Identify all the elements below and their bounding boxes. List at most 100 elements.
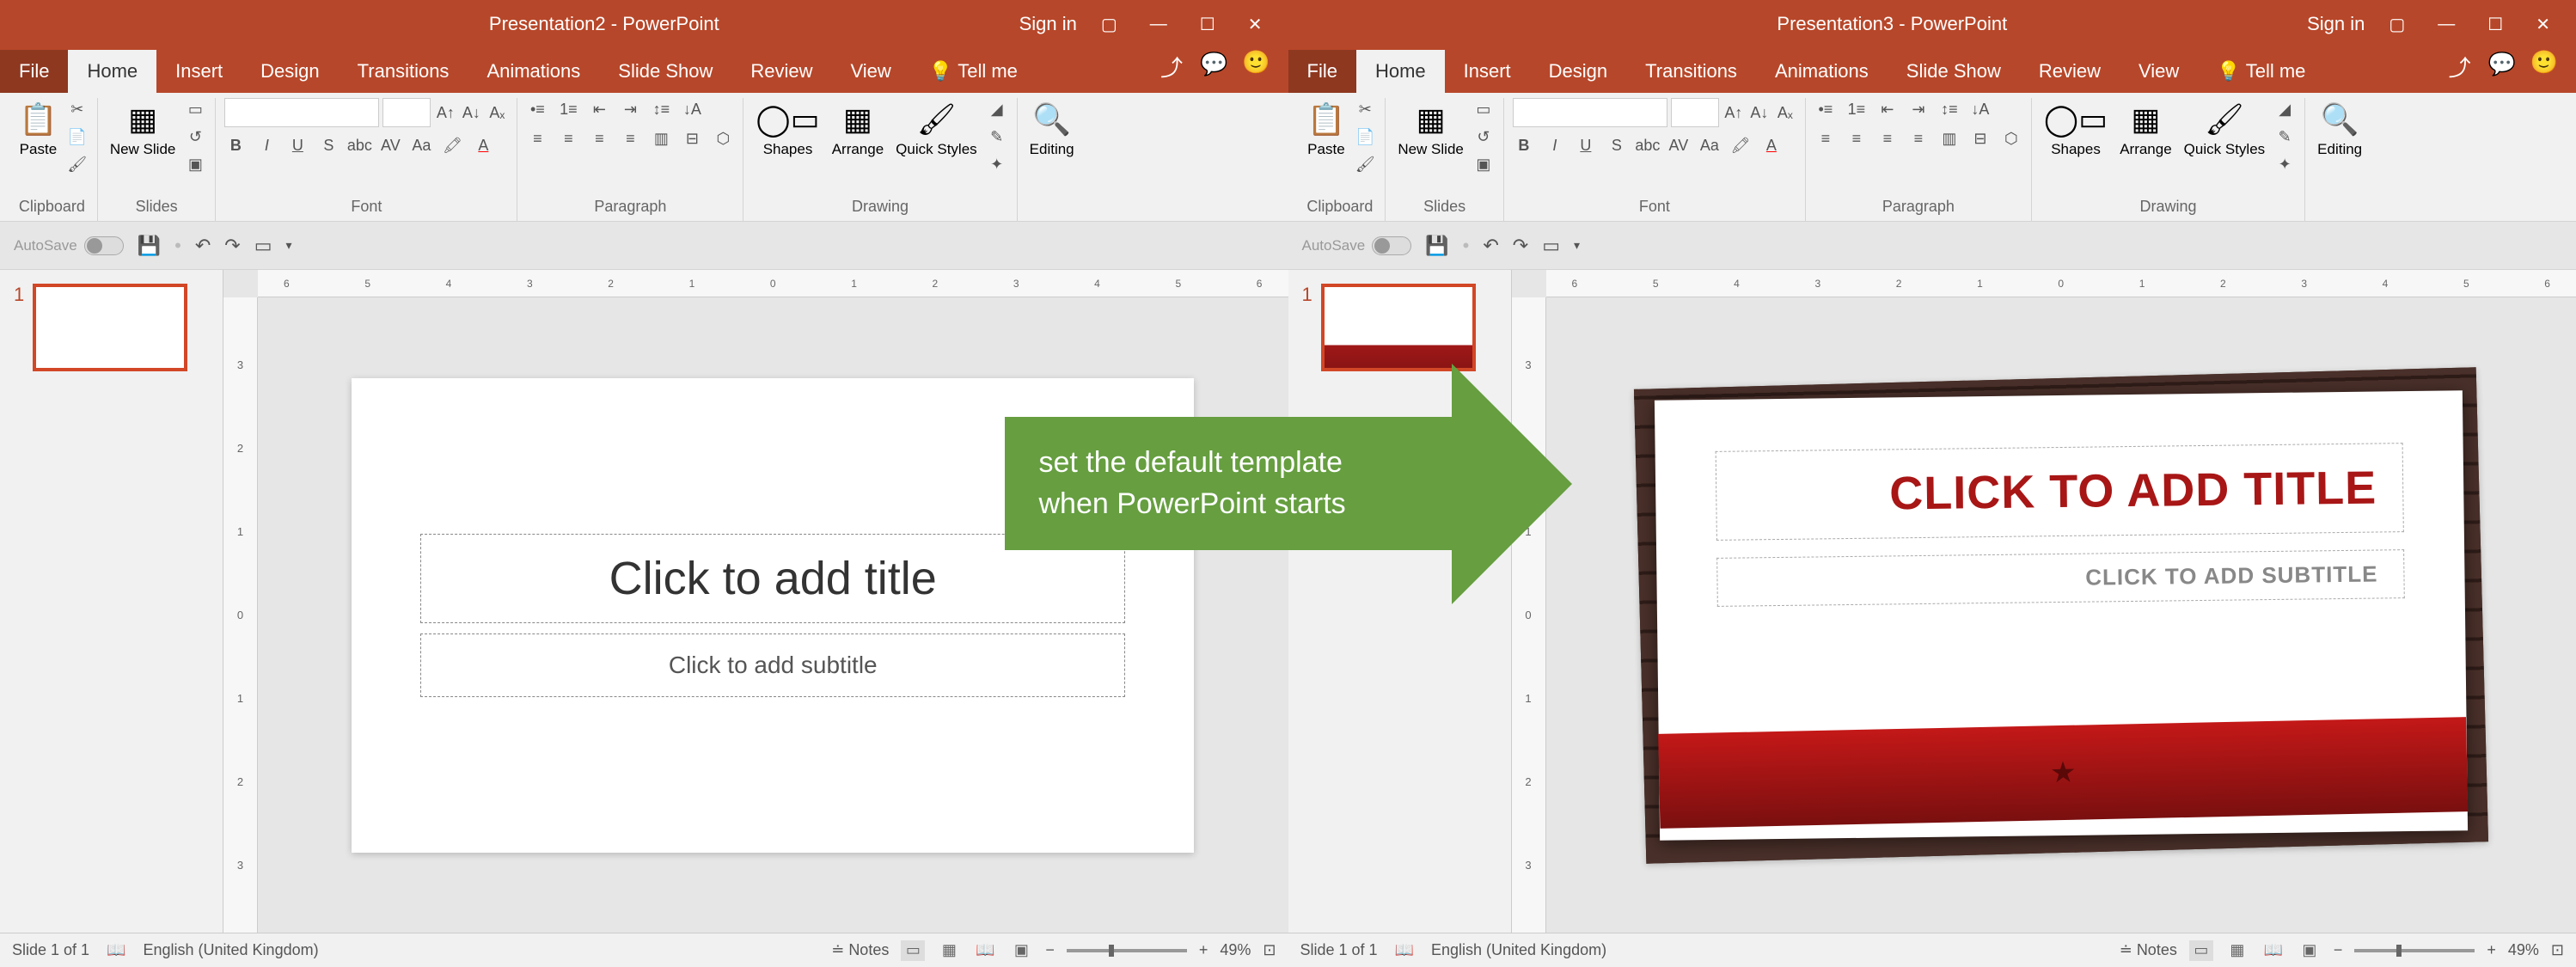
paste-button[interactable]: 📋Paste <box>15 98 61 162</box>
reset-button[interactable]: ↺ <box>184 125 206 148</box>
sign-in-link[interactable]: Sign in <box>1019 13 1077 35</box>
shape-effects-button[interactable]: ✦ <box>986 153 1008 175</box>
slide-thumbnail[interactable] <box>33 284 187 371</box>
start-from-beginning-button[interactable]: ▭ <box>1542 235 1560 257</box>
section-button[interactable]: ▣ <box>1472 153 1495 175</box>
tab-home[interactable]: Home <box>1356 50 1445 93</box>
redo-button[interactable]: ↷ <box>1513 235 1528 257</box>
zoom-in-button[interactable]: + <box>1199 941 1208 959</box>
tab-design[interactable]: Design <box>1530 50 1626 93</box>
char-spacing-button[interactable]: AV <box>1667 134 1690 156</box>
increase-font-button[interactable]: A↑ <box>1722 101 1745 124</box>
shape-effects-button[interactable]: ✦ <box>2273 153 2296 175</box>
text-direction-button[interactable]: ↓A <box>1969 98 1992 120</box>
strike-button[interactable]: abc <box>1637 134 1659 156</box>
comments-icon[interactable]: 💬 <box>1200 51 1227 83</box>
zoom-out-button[interactable]: − <box>1045 941 1055 959</box>
clear-format-button[interactable]: Aₓ <box>1774 101 1796 124</box>
notes-button[interactable]: ≐ Notes <box>831 941 889 959</box>
slide-canvas[interactable]: CLICK TO ADD TITLE CLICK TO ADD SUBTITLE… <box>1634 367 2488 863</box>
close-button[interactable]: ✕ <box>1239 10 1271 39</box>
editing-button[interactable]: 🔍Editing <box>1026 98 1078 162</box>
font-color-button[interactable]: A <box>1760 134 1783 156</box>
tab-transitions[interactable]: Transitions <box>1626 50 1756 93</box>
change-case-button[interactable]: Aa <box>1698 134 1721 156</box>
format-painter-button[interactable]: 🖌 <box>1354 153 1376 175</box>
shapes-button[interactable]: ◯▭Shapes <box>752 98 823 162</box>
spelling-icon[interactable]: 📖 <box>1395 941 1414 959</box>
align-left-button[interactable]: ≡ <box>526 127 548 150</box>
bold-button[interactable]: B <box>224 134 247 156</box>
cut-button[interactable]: ✂ <box>66 98 89 120</box>
reading-view-button[interactable]: 📖 <box>2261 940 2285 961</box>
tab-design[interactable]: Design <box>242 50 338 93</box>
highlight-button[interactable]: 🖍 <box>441 134 463 156</box>
line-spacing-button[interactable]: ↕≡ <box>1938 98 1961 120</box>
spelling-icon[interactable]: 📖 <box>107 941 125 959</box>
italic-button[interactable]: I <box>255 134 278 156</box>
reading-view-button[interactable]: 📖 <box>973 940 997 961</box>
tab-home[interactable]: Home <box>68 50 156 93</box>
align-center-button[interactable]: ≡ <box>557 127 579 150</box>
quick-styles-button[interactable]: 🖌Quick Styles <box>892 98 980 162</box>
maximize-button[interactable]: ☐ <box>2479 10 2512 39</box>
tab-file[interactable]: File <box>1288 50 1356 93</box>
tab-review[interactable]: Review <box>731 50 831 93</box>
zoom-slider[interactable] <box>1067 949 1187 952</box>
layout-button[interactable]: ▭ <box>1472 98 1495 120</box>
align-text-button[interactable]: ⊟ <box>1969 127 1992 150</box>
save-button[interactable]: 💾 <box>1425 235 1448 257</box>
copy-button[interactable]: 📄 <box>66 125 89 148</box>
align-left-button[interactable]: ≡ <box>1814 127 1837 150</box>
indent-dec-button[interactable]: ⇤ <box>1876 98 1899 120</box>
reset-button[interactable]: ↺ <box>1472 125 1495 148</box>
italic-button[interactable]: I <box>1544 134 1566 156</box>
indent-inc-button[interactable]: ⇥ <box>619 98 641 120</box>
arrange-button[interactable]: ▦Arrange <box>2116 98 2175 162</box>
change-case-button[interactable]: Aa <box>410 134 432 156</box>
columns-button[interactable]: ▥ <box>650 127 672 150</box>
tab-tell-me[interactable]: 💡Tell me <box>910 50 1037 93</box>
shadow-button[interactable]: S <box>1606 134 1628 156</box>
tab-tell-me[interactable]: 💡Tell me <box>2198 50 2324 93</box>
indent-inc-button[interactable]: ⇥ <box>1907 98 1930 120</box>
qat-customize-button[interactable]: ▾ <box>286 238 292 253</box>
section-button[interactable]: ▣ <box>184 153 206 175</box>
tab-animations[interactable]: Animations <box>1756 50 1888 93</box>
ribbon-display-icon[interactable]: ▢ <box>1092 10 1126 39</box>
undo-button[interactable]: ↶ <box>195 235 211 257</box>
new-slide-button[interactable]: ▦New Slide <box>1394 98 1467 162</box>
font-size-select[interactable] <box>382 98 431 127</box>
strike-button[interactable]: abc <box>348 134 370 156</box>
normal-view-button[interactable]: ▭ <box>901 940 925 961</box>
copy-button[interactable]: 📄 <box>1354 125 1376 148</box>
tab-view[interactable]: View <box>2120 50 2198 93</box>
char-spacing-button[interactable]: AV <box>379 134 401 156</box>
layout-button[interactable]: ▭ <box>184 98 206 120</box>
shape-outline-button[interactable]: ✎ <box>2273 125 2296 148</box>
redo-button[interactable]: ↷ <box>224 235 240 257</box>
highlight-button[interactable]: 🖍 <box>1729 134 1752 156</box>
undo-button[interactable]: ↶ <box>1483 235 1498 257</box>
tab-slideshow[interactable]: Slide Show <box>1888 50 2020 93</box>
editing-button[interactable]: 🔍Editing <box>2314 98 2365 162</box>
shape-fill-button[interactable]: ◢ <box>986 98 1008 120</box>
text-direction-button[interactable]: ↓A <box>681 98 703 120</box>
font-family-select[interactable] <box>1513 98 1667 127</box>
clear-format-button[interactable]: Aₓ <box>486 101 508 124</box>
minimize-button[interactable]: — <box>1141 11 1176 38</box>
tab-review[interactable]: Review <box>2020 50 2120 93</box>
smartart-button[interactable]: ⬡ <box>2000 127 2022 150</box>
columns-button[interactable]: ▥ <box>1938 127 1961 150</box>
tab-insert[interactable]: Insert <box>1445 50 1530 93</box>
indent-dec-button[interactable]: ⇤ <box>588 98 610 120</box>
zoom-level[interactable]: 49% <box>1220 941 1251 959</box>
paste-button[interactable]: 📋Paste <box>1304 98 1349 162</box>
shape-outline-button[interactable]: ✎ <box>986 125 1008 148</box>
language-status[interactable]: English (United Kingdom) <box>143 941 318 959</box>
share-icon[interactable]: ⤴ <box>1160 51 1183 83</box>
smiley-icon[interactable]: 🙂 <box>2533 51 2555 73</box>
fit-to-window-button[interactable]: ⊡ <box>2551 941 2564 959</box>
align-right-button[interactable]: ≡ <box>1876 127 1899 150</box>
underline-button[interactable]: U <box>286 134 309 156</box>
